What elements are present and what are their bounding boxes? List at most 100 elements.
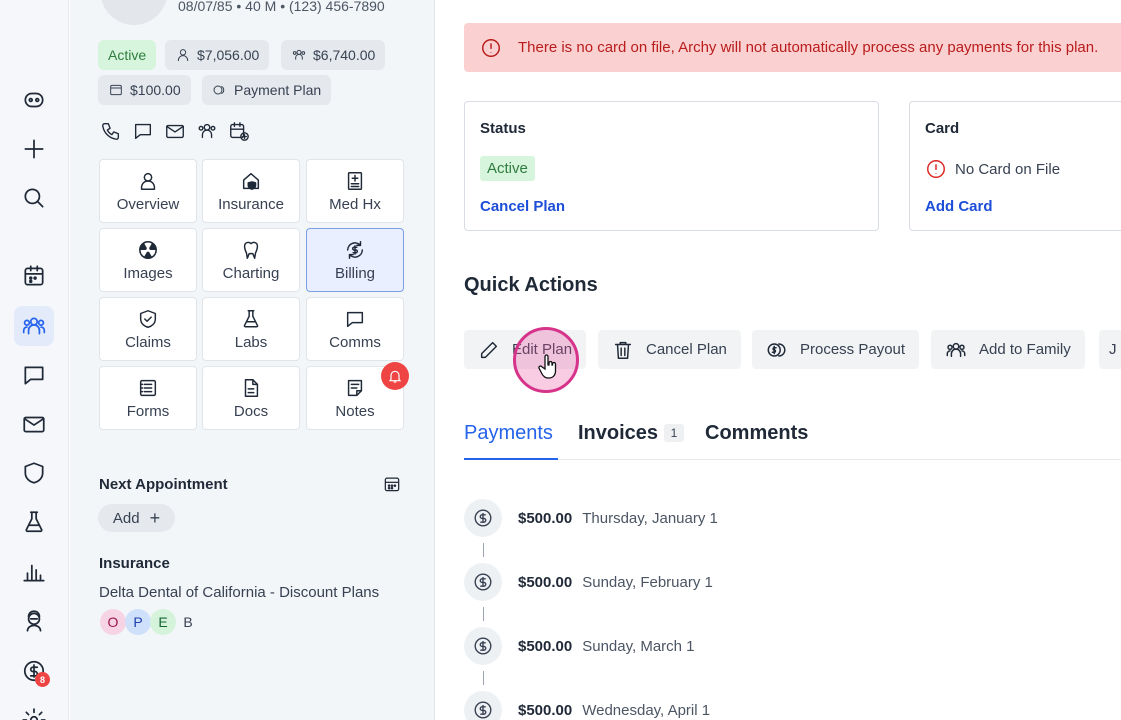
- payment-amount: $500.00: [518, 509, 573, 527]
- tab-comments[interactable]: Comments: [705, 422, 808, 445]
- no-card-alert: There is no card on file, Archy will not…: [464, 23, 1121, 72]
- invoices-count-badge: 1: [664, 424, 684, 442]
- timeline-connector: [483, 671, 484, 685]
- payment-plan-main: There is no card on file, Archy will not…: [435, 0, 1121, 720]
- pencil-icon: [480, 341, 498, 358]
- coins-icon: [767, 342, 786, 357]
- coins-icon: [213, 85, 225, 95]
- medical-record-icon: [347, 171, 363, 190]
- tile-claims[interactable]: Claims: [99, 297, 197, 361]
- document-icon: [244, 378, 259, 397]
- tile-insurance[interactable]: Insurance: [202, 159, 300, 223]
- tile-images[interactable]: Images: [99, 228, 197, 292]
- family-icon: [946, 342, 966, 357]
- cancel-plan-link[interactable]: Cancel Plan: [480, 198, 565, 215]
- insurance-badges: O P E B: [100, 609, 200, 635]
- chat-icon[interactable]: [132, 120, 154, 142]
- quick-actions-title: Quick Actions: [464, 274, 598, 296]
- forms-icon: [139, 379, 157, 396]
- payment-plan-chip[interactable]: Payment Plan: [202, 75, 332, 105]
- timeline-connector: [483, 543, 484, 557]
- flask-icon: [243, 309, 259, 328]
- add-card-link[interactable]: Add Card: [925, 198, 993, 215]
- house-shield-icon: [242, 172, 260, 190]
- phone-icon[interactable]: [100, 120, 122, 142]
- add-to-family-button[interactable]: Add to Family: [931, 330, 1085, 369]
- app-nav-rail: 8: [0, 0, 69, 720]
- shield-icon[interactable]: [14, 453, 54, 493]
- person-icon: [177, 49, 189, 61]
- notes-alert-bell-icon[interactable]: [381, 362, 409, 390]
- trash-icon: [614, 341, 632, 359]
- calendar-icon[interactable]: [382, 474, 402, 494]
- settings-icon[interactable]: [14, 700, 54, 720]
- card-card-title: Card: [925, 120, 960, 137]
- search-icon[interactable]: [14, 178, 54, 218]
- chat-icon: [346, 311, 364, 327]
- dollar-icon: [464, 691, 502, 720]
- shield-check-icon: [139, 309, 157, 328]
- family-icon[interactable]: [196, 120, 218, 142]
- plan-tabs: Payments Invoices 1 Comments: [464, 418, 1121, 460]
- dollar-cycle-icon: [346, 240, 364, 259]
- add-appointment-button[interactable]: Add +: [98, 504, 175, 532]
- family-balance-chip[interactable]: $6,740.00: [281, 40, 386, 70]
- more-action-button[interactable]: J: [1099, 330, 1121, 369]
- notes-icon: [347, 379, 363, 396]
- tooth-icon: [243, 241, 259, 259]
- process-payout-button[interactable]: Process Payout: [752, 330, 920, 369]
- insurance-title: Insurance: [99, 555, 170, 572]
- mail-icon[interactable]: [14, 404, 54, 444]
- flask-icon[interactable]: [14, 502, 54, 542]
- insurance-badge-e: E: [150, 609, 176, 635]
- payment-date: Wednesday, April 1: [582, 701, 711, 719]
- messages-icon[interactable]: [14, 355, 54, 395]
- next-appointment-title: Next Appointment: [99, 476, 228, 493]
- bar-chart-icon[interactable]: [14, 552, 54, 592]
- schedule-add-icon[interactable]: [228, 120, 250, 142]
- tile-comms[interactable]: Comms: [306, 297, 404, 361]
- dollar-icon: [464, 627, 502, 665]
- cancel-plan-button[interactable]: Cancel Plan: [598, 330, 741, 369]
- alert-circle-icon: [482, 38, 500, 57]
- payment-date: Thursday, January 1: [582, 509, 718, 527]
- plus-icon[interactable]: [14, 129, 54, 169]
- contact-actions: [100, 120, 250, 142]
- payment-row: $500.00 Sunday, March 1: [464, 627, 695, 665]
- insurance-badge-o: O: [100, 609, 126, 635]
- credit-chip[interactable]: $100.00: [98, 75, 191, 105]
- tile-labs[interactable]: Labs: [202, 297, 300, 361]
- status-badge: Active: [480, 156, 535, 181]
- dentist-icon[interactable]: [14, 601, 54, 641]
- tab-payments[interactable]: Payments: [464, 422, 553, 445]
- hand-cursor-icon: [537, 354, 559, 380]
- robot-assistant-icon[interactable]: [14, 80, 54, 120]
- tile-docs[interactable]: Docs: [202, 366, 300, 430]
- payment-row: $500.00 Sunday, February 1: [464, 563, 713, 601]
- tile-med-hx[interactable]: Med Hx: [306, 159, 404, 223]
- payment-amount: $500.00: [518, 637, 573, 655]
- tile-forms[interactable]: Forms: [99, 366, 197, 430]
- payment-amount: $500.00: [518, 573, 573, 591]
- tile-charting[interactable]: Charting: [202, 228, 300, 292]
- plus-icon: +: [149, 507, 161, 528]
- avatar: [100, 0, 168, 25]
- patient-demographics: 08/07/85 • 40 M • (123) 456-7890: [178, 0, 385, 14]
- payment-row: $500.00 Thursday, January 1: [464, 499, 718, 537]
- billing-count-badge: 8: [35, 672, 50, 687]
- tile-billing[interactable]: Billing: [306, 228, 404, 292]
- insurance-name: Delta Dental of California - Discount Pl…: [99, 584, 380, 601]
- timeline-connector: [483, 607, 484, 621]
- billing-dollar-icon[interactable]: 8: [14, 651, 54, 691]
- patient-balance-chip[interactable]: $7,056.00: [165, 40, 270, 70]
- family-icon: [292, 49, 306, 60]
- tab-invoices[interactable]: Invoices: [578, 422, 658, 445]
- dollar-icon: [464, 563, 502, 601]
- no-card-status: No Card on File: [925, 158, 1060, 180]
- status-card: Status Active Cancel Plan: [464, 101, 879, 231]
- tile-overview[interactable]: Overview: [99, 159, 197, 223]
- patients-icon[interactable]: [14, 306, 54, 346]
- schedule-icon[interactable]: [14, 256, 54, 296]
- card-card: Card No Card on File Add Card: [909, 101, 1121, 231]
- mail-icon[interactable]: [164, 120, 186, 142]
